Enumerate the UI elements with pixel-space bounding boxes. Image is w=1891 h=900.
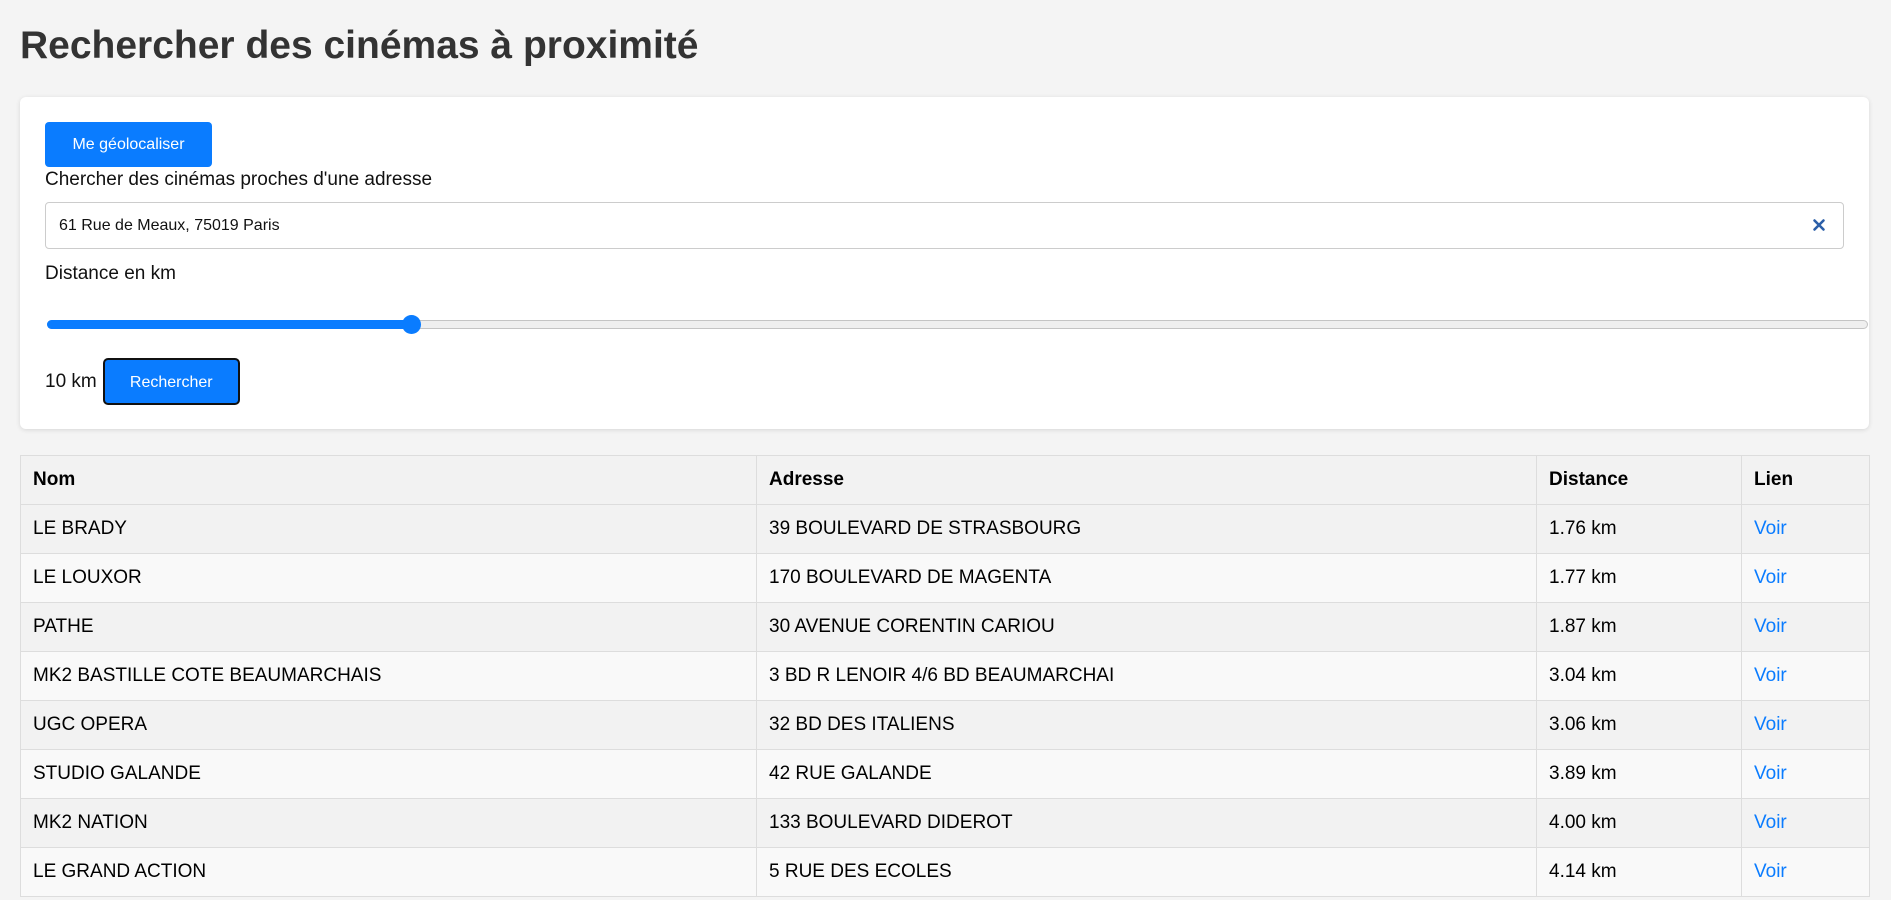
cinema-name: MK2 BASTILLE COTE BEAUMARCHAIS — [20, 651, 757, 701]
cinema-link-cell: Voir — [1741, 847, 1870, 897]
cinema-distance: 3.06 km — [1536, 700, 1742, 750]
search-actions: 10 km Rechercher — [45, 358, 1844, 405]
cinema-distance: 1.87 km — [1536, 602, 1742, 652]
table-row: STUDIO GALANDE 42 RUE GALANDE 3.89 km Vo… — [20, 749, 1870, 799]
cinema-name: MK2 NATION — [20, 798, 757, 848]
view-link[interactable]: Voir — [1754, 861, 1787, 882]
cinema-name: STUDIO GALANDE — [20, 749, 757, 799]
search-panel: Me géolocaliser Chercher des cinémas pro… — [20, 97, 1869, 429]
cinema-link-cell: Voir — [1741, 602, 1870, 652]
view-link[interactable]: Voir — [1754, 616, 1787, 637]
table-row: LE GRAND ACTION 5 RUE DES ECOLES 4.14 km… — [20, 847, 1870, 897]
address-label: Chercher des cinémas proches d'une adres… — [45, 169, 433, 190]
cinema-link-cell: Voir — [1741, 553, 1870, 603]
slider-thumb[interactable] — [401, 315, 421, 334]
cinema-name: PATHE — [20, 602, 757, 652]
cinema-address: 3 BD R LENOIR 4/6 BD BEAUMARCHAI — [756, 651, 1537, 701]
cinema-name: UGC OPERA — [20, 700, 757, 750]
address-field-wrapper — [45, 202, 1844, 249]
results-table: Nom Adresse Distance Lien LE BRADY 39 BO… — [20, 455, 1870, 897]
cinema-distance: 1.77 km — [1536, 553, 1742, 603]
address-input[interactable] — [46, 203, 1843, 248]
distance-value: 10 km — [45, 370, 97, 392]
page-title: Rechercher des cinémas à proximité — [20, 24, 699, 67]
page: Rechercher des cinémas à proximité Me gé… — [0, 0, 1891, 897]
cinema-address: 133 BOULEVARD DIDEROT — [756, 798, 1537, 848]
header-name: Nom — [20, 455, 757, 505]
view-link[interactable]: Voir — [1754, 567, 1787, 588]
distance-label: Distance en km — [45, 263, 176, 284]
slider-fill — [47, 320, 411, 329]
table-row: MK2 NATION 133 BOULEVARD DIDEROT 4.00 km… — [20, 798, 1870, 848]
table-header-row: Nom Adresse Distance Lien — [20, 455, 1870, 505]
cinema-address: 30 AVENUE CORENTIN CARIOU — [756, 602, 1537, 652]
cinema-address: 32 BD DES ITALIENS — [756, 700, 1537, 750]
view-link[interactable]: Voir — [1754, 518, 1787, 539]
table-row: LE LOUXOR 170 BOULEVARD DE MAGENTA 1.77 … — [20, 553, 1870, 603]
table-row: LE BRADY 39 BOULEVARD DE STRASBOURG 1.76… — [20, 504, 1870, 554]
table-row: UGC OPERA 32 BD DES ITALIENS 3.06 km Voi… — [20, 700, 1870, 750]
cinema-distance: 1.76 km — [1536, 504, 1742, 554]
view-link[interactable]: Voir — [1754, 665, 1787, 686]
cinema-distance: 3.04 km — [1536, 651, 1742, 701]
search-button[interactable]: Rechercher — [102, 358, 240, 405]
cinema-link-cell: Voir — [1741, 798, 1870, 848]
header-link: Lien — [1741, 455, 1870, 505]
cinema-name: LE GRAND ACTION — [20, 847, 757, 897]
cinema-distance: 4.00 km — [1536, 798, 1742, 848]
cinema-address: 5 RUE DES ECOLES — [756, 847, 1537, 897]
cinema-link-cell: Voir — [1741, 700, 1870, 750]
cinema-address: 170 BOULEVARD DE MAGENTA — [756, 553, 1537, 603]
cinema-link-cell: Voir — [1741, 651, 1870, 701]
cinema-link-cell: Voir — [1741, 504, 1870, 554]
distance-slider[interactable] — [45, 308, 1868, 338]
view-link[interactable]: Voir — [1754, 812, 1787, 833]
cinema-name: LE BRADY — [20, 504, 757, 554]
clear-icon[interactable] — [1809, 215, 1829, 235]
cinema-address: 39 BOULEVARD DE STRASBOURG — [756, 504, 1537, 554]
view-link[interactable]: Voir — [1754, 763, 1787, 784]
header-distance: Distance — [1536, 455, 1742, 505]
cinema-distance: 4.14 km — [1536, 847, 1742, 897]
table-row: MK2 BASTILLE COTE BEAUMARCHAIS 3 BD R LE… — [20, 651, 1870, 701]
cinema-link-cell: Voir — [1741, 749, 1870, 799]
cinema-distance: 3.89 km — [1536, 749, 1742, 799]
view-link[interactable]: Voir — [1754, 714, 1787, 735]
cinema-address: 42 RUE GALANDE — [756, 749, 1537, 799]
table-row: PATHE 30 AVENUE CORENTIN CARIOU 1.87 km … — [20, 602, 1870, 652]
cinema-name: LE LOUXOR — [20, 553, 757, 603]
header-address: Adresse — [756, 455, 1537, 505]
geolocate-button[interactable]: Me géolocaliser — [45, 122, 212, 167]
